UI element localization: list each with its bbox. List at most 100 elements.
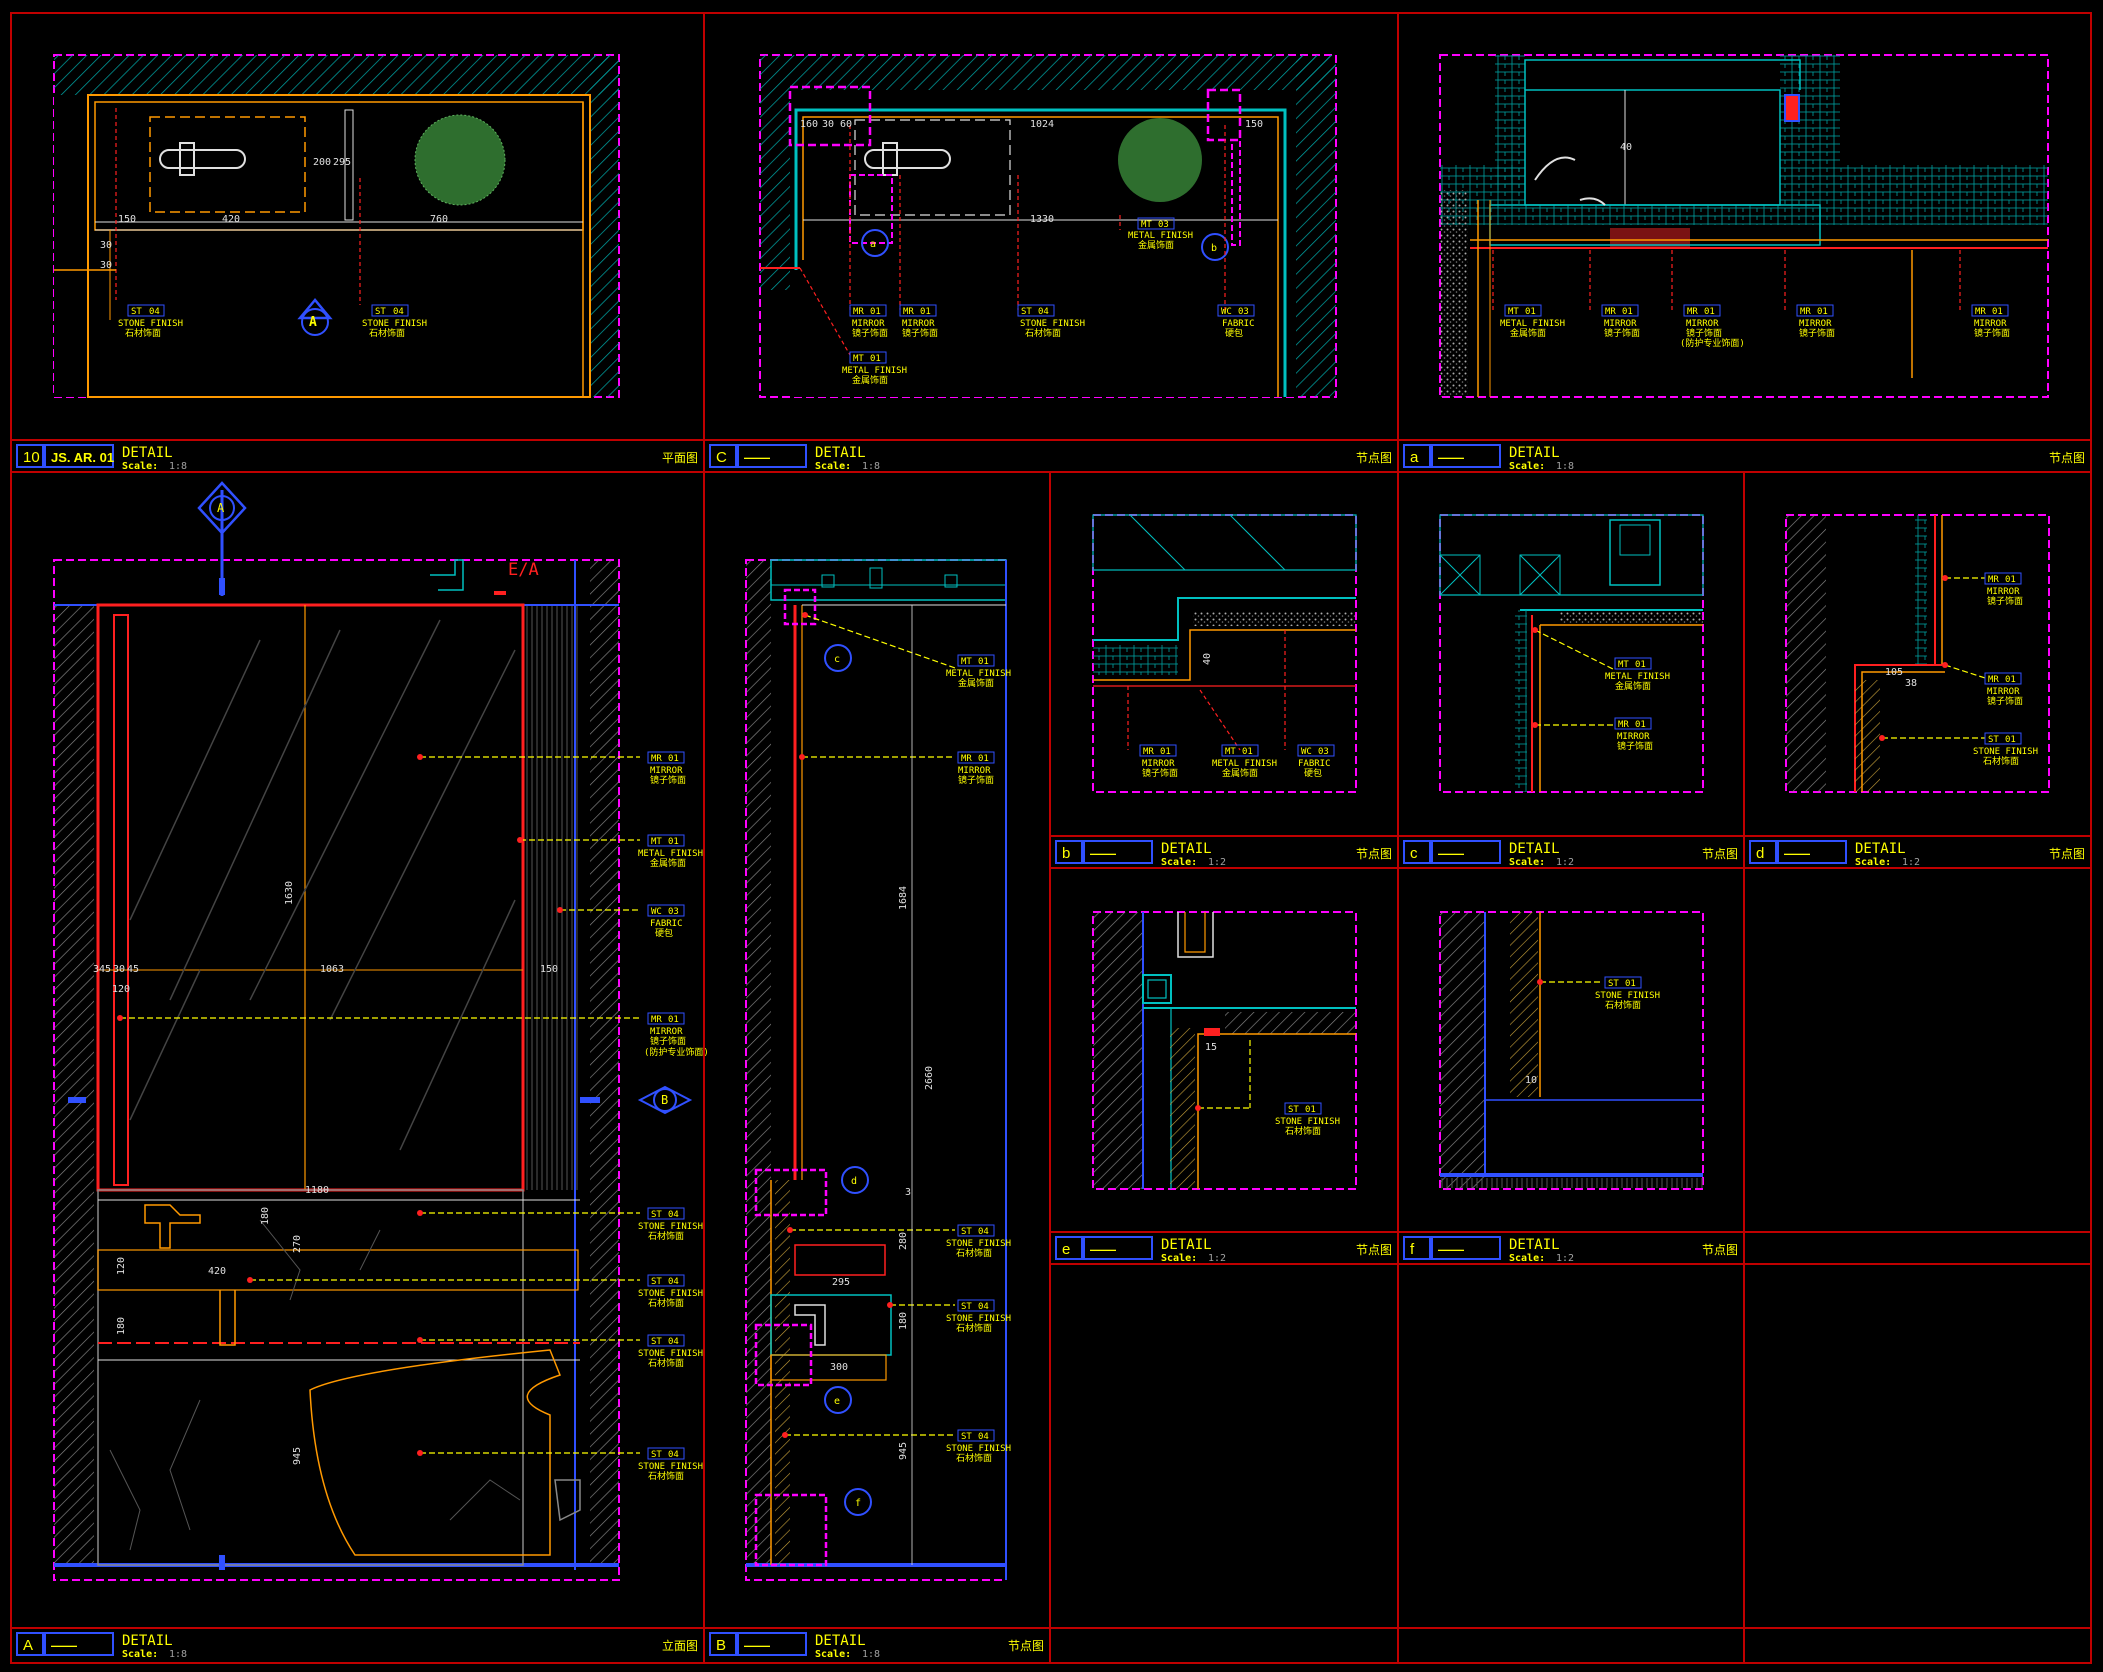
title-block-scale: 1:2 bbox=[1556, 1253, 1574, 1264]
dim: 300 bbox=[830, 1362, 848, 1373]
title-block-id-box bbox=[1403, 1236, 1431, 1260]
tag-en: MIRROR bbox=[650, 766, 683, 776]
dim: 30 bbox=[100, 260, 112, 271]
dim: 120 bbox=[116, 1257, 127, 1275]
detail-f bbox=[1439, 911, 1704, 1190]
tag-num: 03 bbox=[1318, 747, 1329, 757]
tag-code: ST bbox=[131, 307, 142, 317]
title-block-scale-prefix: Scale: bbox=[1509, 857, 1545, 868]
title-block: d —— DETAILScale: 1:2 节点图 bbox=[1749, 840, 2085, 868]
tag-en: STONE FINISH bbox=[1973, 747, 2038, 757]
dim: 945 bbox=[898, 1442, 909, 1460]
dim: 295 bbox=[832, 1277, 850, 1288]
title-block: e —— DETAILScale: 1:2 节点图 bbox=[1055, 1236, 1392, 1264]
title-block-title: DETAIL bbox=[1855, 841, 1906, 857]
tag-en: STONE FINISH bbox=[946, 1314, 1011, 1324]
title-block-scale: 1:2 bbox=[1208, 857, 1226, 868]
tag-num: 04 bbox=[1038, 307, 1049, 317]
tag-num: 01 bbox=[1704, 307, 1715, 317]
tag-code: MR bbox=[1143, 747, 1154, 757]
title-block-scale-prefix: Scale: bbox=[1161, 857, 1197, 868]
tag-num: 04 bbox=[149, 307, 160, 317]
title-block-ref: —— bbox=[1438, 450, 1464, 465]
title-block-id: 10 bbox=[23, 449, 40, 466]
detail-e-tags: 15 ST 01 STONE FINISH 石材饰面 bbox=[1205, 1042, 1340, 1137]
tag-num: 01 bbox=[978, 657, 989, 667]
tag-num: 01 bbox=[668, 1015, 679, 1025]
dim: 1330 bbox=[1030, 214, 1054, 225]
tag-en: MIRROR bbox=[1686, 319, 1719, 329]
tag-cn: 石材饰面 bbox=[648, 1230, 684, 1242]
tag-num: 01 bbox=[870, 307, 881, 317]
title-block-scale-prefix: Scale: bbox=[1509, 461, 1545, 472]
tag-note: (防护专业饰面) bbox=[644, 1046, 709, 1058]
dim: 180 bbox=[116, 1317, 127, 1335]
detail-d-tags: 105 38 MR 01 MIRROR 镜子饰面 MR 01 MIRROR 镜子… bbox=[1885, 572, 2038, 767]
tag-note: (防护专业饰面) bbox=[1680, 337, 1745, 349]
tag-en: STONE FINISH bbox=[946, 1444, 1011, 1454]
tag-code: WC bbox=[1301, 747, 1312, 757]
section-b-dims: 1684 2660 280 295 180 300 945 3 c d e f bbox=[830, 654, 935, 1509]
plan-detail-10 bbox=[53, 54, 620, 398]
title-block-scale-prefix: Scale: bbox=[1509, 1253, 1545, 1264]
tag-en: MIRROR bbox=[1142, 759, 1175, 769]
tag-en: STONE FINISH bbox=[638, 1289, 703, 1299]
title-block-title: DETAIL bbox=[1509, 1237, 1560, 1253]
dim: 38 bbox=[1905, 678, 1917, 689]
tag-num: 04 bbox=[978, 1432, 989, 1442]
tag-code: MR bbox=[853, 307, 864, 317]
title-block-title: DETAIL bbox=[1161, 841, 1212, 857]
section-marker-label: A bbox=[217, 501, 225, 515]
callout-d-label: d bbox=[851, 1176, 857, 1187]
tag-cn: 镜子饰面 bbox=[1617, 740, 1653, 752]
tag-cn: 镜子饰面 bbox=[958, 774, 994, 786]
section-marker-a: A bbox=[309, 315, 317, 330]
title-block-ref: JS. AR. 01 bbox=[51, 450, 114, 465]
tag-code: MT bbox=[1508, 307, 1519, 317]
tag-code: MR bbox=[1687, 307, 1698, 317]
title-block-ref: —— bbox=[1438, 846, 1464, 861]
dim: 150 bbox=[1245, 119, 1263, 130]
tag-en: STONE FINISH bbox=[362, 319, 427, 329]
tag-en: STONE FINISH bbox=[1595, 991, 1660, 1001]
tag-cn: 金属饰面 bbox=[1615, 680, 1651, 692]
title-block-title: DETAIL bbox=[815, 1633, 866, 1649]
title-block-scale: 1:2 bbox=[1902, 857, 1920, 868]
title-block-ref: —— bbox=[1090, 846, 1116, 861]
tag-cn: 石材饰面 bbox=[648, 1297, 684, 1309]
title-block: c —— DETAILScale: 1:2 节点图 bbox=[1403, 840, 1738, 868]
tag-num: 01 bbox=[1305, 1105, 1316, 1115]
tag-num: 03 bbox=[1238, 307, 1249, 317]
tag-en: MIRROR bbox=[1974, 319, 2007, 329]
section-b-tags: MT 01 METAL FINISH 金属饰面 MR 01 MIRROR 镜子饰… bbox=[946, 654, 1011, 1464]
dim: 45 bbox=[127, 964, 139, 975]
title-block-title: DETAIL bbox=[1161, 1237, 1212, 1253]
section-c-detail bbox=[759, 54, 1337, 398]
tag-num: 01 bbox=[1635, 720, 1646, 730]
tag-code: MR bbox=[1988, 575, 1999, 585]
tag-num: 04 bbox=[978, 1227, 989, 1237]
title-block-title: DETAIL bbox=[815, 445, 866, 461]
tag-code: ST bbox=[1608, 979, 1619, 989]
tag-num: 03 bbox=[668, 907, 679, 917]
tag-code: ST bbox=[1288, 1105, 1299, 1115]
dim: 30 bbox=[113, 964, 125, 975]
tag-cn: 镜子饰面 bbox=[650, 1035, 686, 1047]
title-block-id: c bbox=[1410, 845, 1418, 862]
title-block-id: e bbox=[1062, 1241, 1070, 1258]
tag-code: MR bbox=[1800, 307, 1811, 317]
title-block-scale-prefix: Scale: bbox=[1161, 1253, 1197, 1264]
tag-num: 01 bbox=[1622, 307, 1633, 317]
tag-en: STONE FINISH bbox=[638, 1349, 703, 1359]
tag-num: 04 bbox=[668, 1450, 679, 1460]
tag-en: STONE FINISH bbox=[946, 1239, 1011, 1249]
tag-en: MIRROR bbox=[958, 766, 991, 776]
dim: 1180 bbox=[305, 1185, 329, 1196]
title-block-title: DETAIL bbox=[1509, 841, 1560, 857]
tag-en: STONE FINISH bbox=[638, 1222, 703, 1232]
tag-cn: 石材饰面 bbox=[1025, 327, 1061, 339]
dim: 200 bbox=[313, 157, 331, 168]
tag-code: ST bbox=[1988, 735, 1999, 745]
title-block-type: 节点图 bbox=[1356, 847, 1392, 861]
tag-num: 04 bbox=[668, 1337, 679, 1347]
